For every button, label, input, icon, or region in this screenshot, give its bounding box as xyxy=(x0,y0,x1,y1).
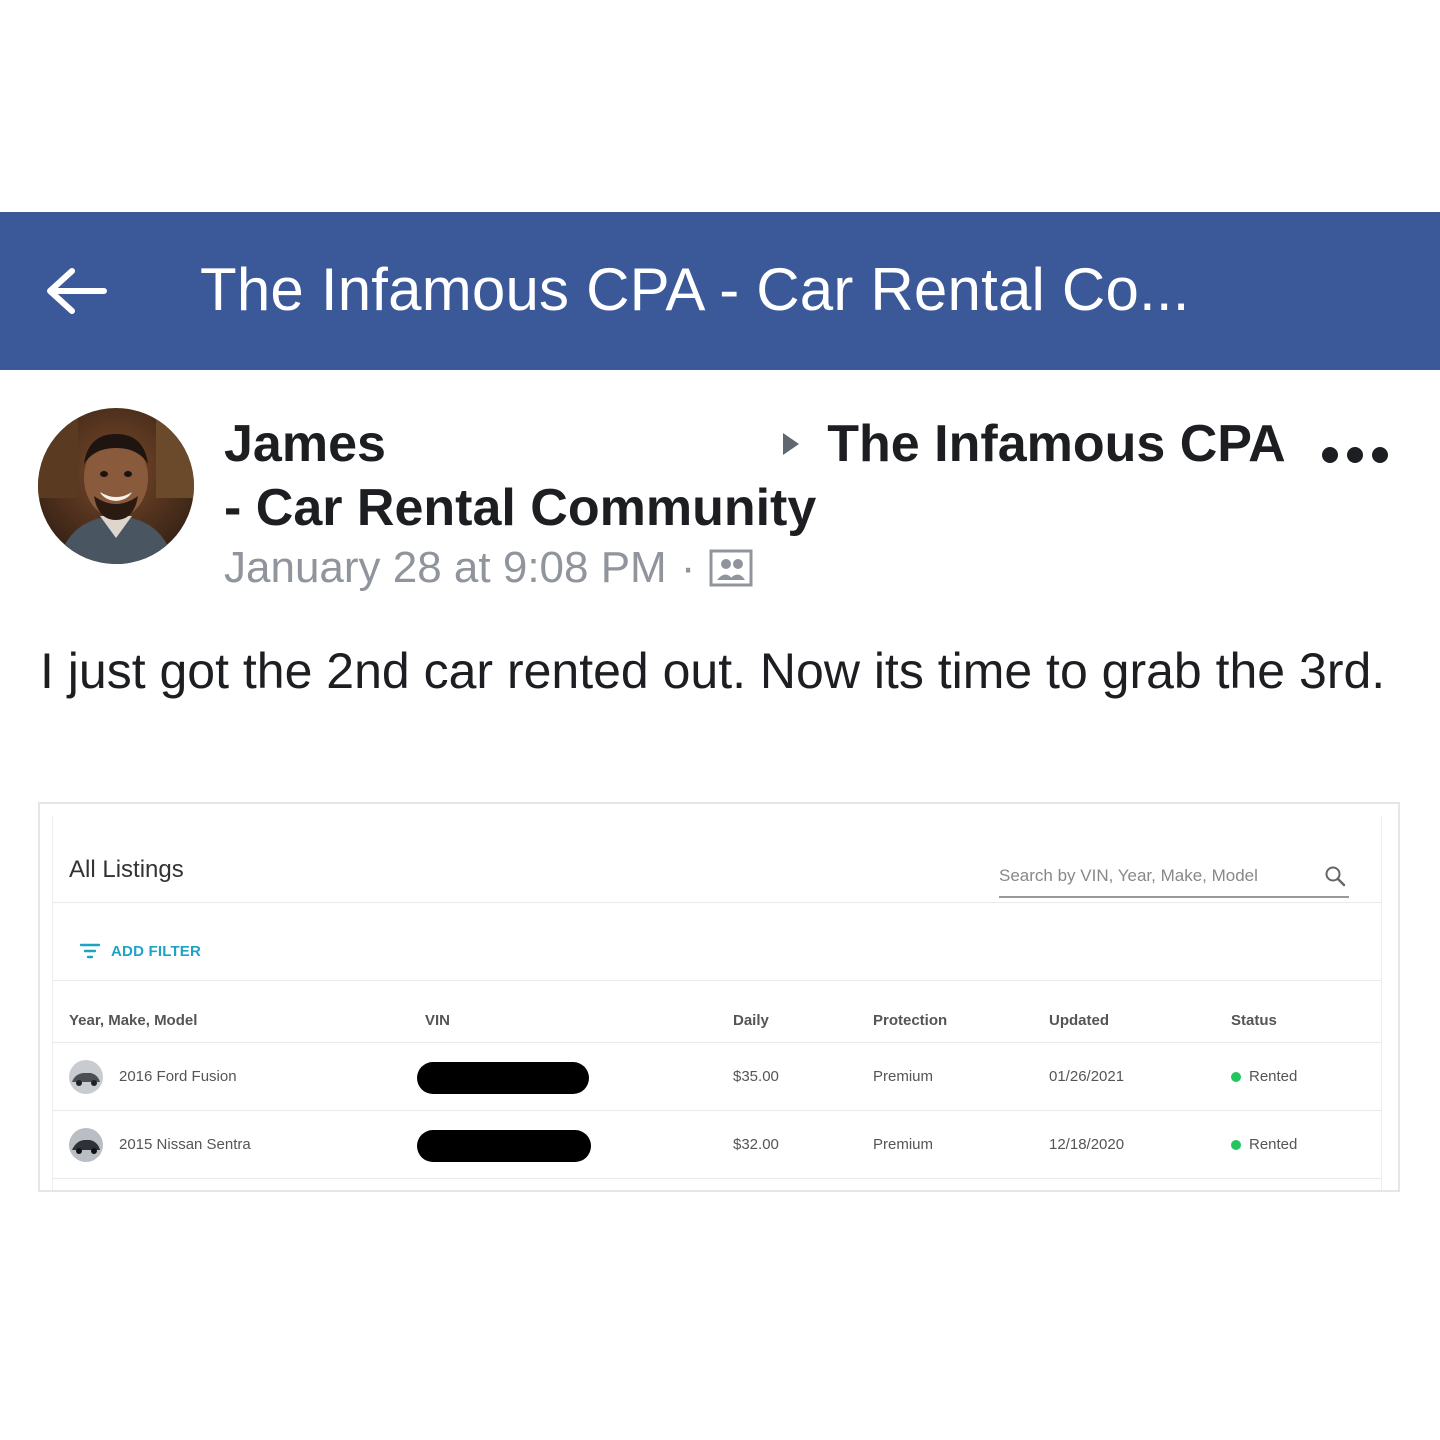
post-timestamp[interactable]: January 28 at 9:08 PM xyxy=(224,543,667,593)
author-avatar[interactable] xyxy=(38,408,194,564)
protection-plan: Premium xyxy=(873,1068,934,1085)
updated-date: 12/18/2020 xyxy=(1049,1136,1125,1153)
status-dot-icon xyxy=(1231,1072,1241,1083)
listings-panel: All Listings ADD FILTER Year, Make, Mode… xyxy=(52,816,1382,1190)
column-header-protection[interactable]: Protection xyxy=(873,1012,947,1029)
car-thumbnail xyxy=(69,1128,103,1162)
listings-title: All Listings xyxy=(69,856,184,883)
filter-icon xyxy=(79,943,101,959)
redacted-name xyxy=(400,427,760,467)
post-body-text: I just got the 2nd car rented out. Now i… xyxy=(40,643,1386,699)
redacted-vin xyxy=(417,1130,591,1162)
author-name[interactable]: James xyxy=(224,415,386,473)
group-members-icon xyxy=(709,549,753,587)
meta-separator: · xyxy=(680,543,696,592)
vehicle-name[interactable]: 2016 Ford Fusion xyxy=(119,1068,237,1085)
divider xyxy=(53,1042,1381,1043)
status-dot-icon xyxy=(1231,1140,1241,1151)
column-header-updated[interactable]: Updated xyxy=(1049,1012,1109,1029)
updated-date: 01/26/2021 xyxy=(1049,1068,1125,1085)
status-badge: Rented xyxy=(1231,1136,1297,1153)
redacted-vin xyxy=(417,1062,589,1094)
column-header-vehicle[interactable]: Year, Make, Model xyxy=(69,1012,197,1029)
status-label: Rented xyxy=(1249,1136,1298,1153)
search-icon[interactable] xyxy=(1323,864,1347,888)
column-header-status[interactable]: Status xyxy=(1231,1012,1277,1029)
add-filter-button[interactable]: ADD FILTER xyxy=(79,942,201,960)
more-dots-icon[interactable] xyxy=(1320,440,1390,470)
group-header-bar: The Infamous CPA - Car Rental Co... xyxy=(0,212,1440,370)
group-title[interactable]: The Infamous CPA - Car Rental Co... xyxy=(200,255,1190,324)
post-header: James The Infamous CPA - Car Rental Comm… xyxy=(224,412,1284,540)
arrow-left-icon[interactable] xyxy=(44,267,108,315)
protection-plan: Premium xyxy=(873,1136,934,1153)
daily-rate: $35.00 xyxy=(733,1068,779,1085)
column-header-daily[interactable]: Daily xyxy=(733,1012,769,1029)
shared-to-arrow-icon xyxy=(782,433,799,456)
daily-rate: $32.00 xyxy=(733,1136,779,1153)
post-meta: January 28 at 9:08 PM · xyxy=(224,543,753,593)
column-header-vin[interactable]: VIN xyxy=(425,1012,450,1029)
divider xyxy=(53,902,1381,903)
vehicle-name[interactable]: 2015 Nissan Sentra xyxy=(119,1136,251,1153)
car-thumbnail xyxy=(69,1060,103,1094)
divider xyxy=(53,1110,1381,1111)
status-badge: Rented xyxy=(1231,1068,1297,1085)
status-label: Rented xyxy=(1249,1068,1298,1085)
attached-screenshot[interactable]: All Listings ADD FILTER Year, Make, Mode… xyxy=(38,802,1400,1192)
divider xyxy=(53,980,1381,981)
post-author-line: James The Infamous CPA - Car Rental Comm… xyxy=(224,412,1284,540)
divider xyxy=(53,1178,1381,1179)
add-filter-label: ADD FILTER xyxy=(111,942,202,960)
listing-search xyxy=(999,866,1349,898)
search-input[interactable] xyxy=(999,866,1299,886)
